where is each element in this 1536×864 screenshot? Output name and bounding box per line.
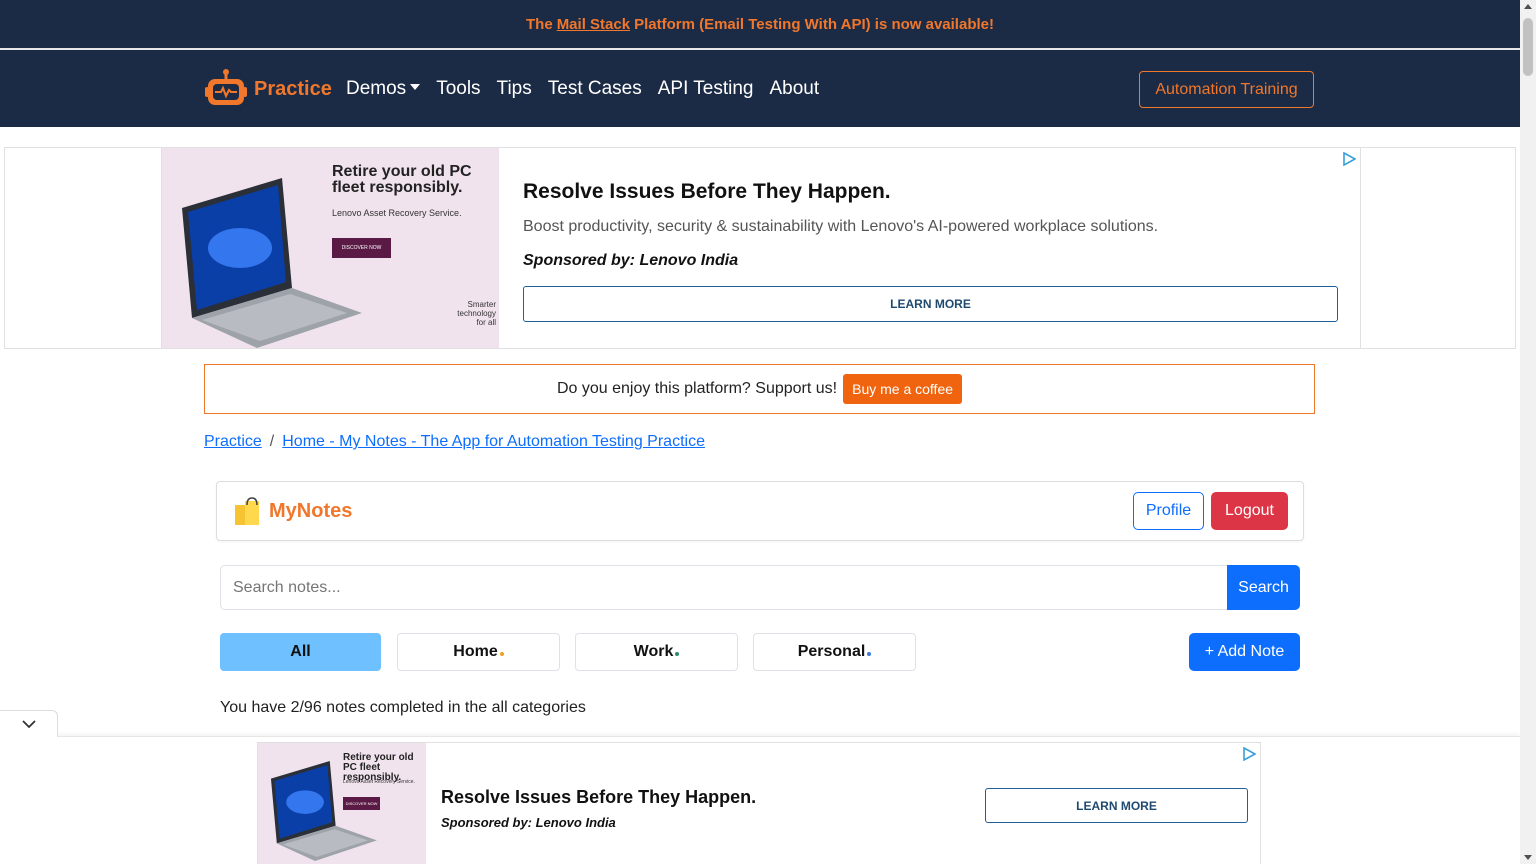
brand-link[interactable]: Practice [204,67,332,111]
announcement-link[interactable]: Mail Stack [557,16,630,33]
category-all-tab[interactable]: All [220,633,381,671]
breadcrumb: Practice / Home - My Notes - The App for… [204,433,705,451]
automation-training-button[interactable]: Automation Training [1139,71,1314,108]
nav-links: Demos Tools Tips Test Cases API Testing … [346,78,819,100]
ad-image-headline: Retire your old PC fleet responsibly. [332,163,472,196]
top-ad-content[interactable]: Retire your old PC fleet responsibly. Le… [161,148,1361,348]
announcement-prefix: The [526,15,553,33]
profile-button[interactable]: Profile [1133,492,1204,530]
robot-logo-icon [205,69,247,105]
breadcrumb-separator: / [269,433,275,450]
scroll-up-icon[interactable] [1524,4,1532,9]
notes-bag-icon [235,497,259,525]
bottom-ad-banner[interactable]: Retire your old PC fleet responsibly. Le… [257,742,1261,864]
nav-about[interactable]: About [770,78,820,100]
category-personal-tab[interactable]: Personal [753,633,916,671]
category-home-tab[interactable]: Home [397,633,560,671]
nav-api-testing[interactable]: API Testing [658,78,754,100]
support-text: Do you enjoy this platform? Support us! [556,380,838,397]
ad-description: Boost productivity, security & sustainab… [523,218,1159,235]
nav-tips[interactable]: Tips [497,78,532,100]
bottom-ad-image[interactable]: Retire your old PC fleet responsibly. Le… [258,743,426,864]
category-work-label: Work [633,643,674,660]
breadcrumb-root[interactable]: Practice [204,433,262,451]
notes-header: MyNotes Profile Logout [216,481,1304,541]
top-ad-banner: Retire your old PC fleet responsibly. Le… [4,147,1516,349]
ad-choices-icon[interactable] [1342,152,1356,166]
category-home-label: Home [453,643,498,660]
chevron-down-icon [21,720,36,729]
bottom-ad-image-sub: Lenovo Asset Recovery Service. [343,779,415,785]
search-button[interactable]: Search [1227,565,1300,610]
add-note-button[interactable]: + Add Note [1189,633,1300,671]
laptop-image-icon [182,178,362,348]
nav-test-cases[interactable]: Test Cases [548,78,642,100]
category-work-tab[interactable]: Work [575,633,738,671]
ad-discover-button[interactable]: DISCOVER NOW [332,238,391,258]
support-banner: Do you enjoy this platform? Support us! … [204,364,1315,414]
category-all-label: All [290,643,311,660]
mynotes-logo[interactable]: MyNotes [231,495,352,527]
search-notes-input[interactable] [220,565,1228,610]
nav-demos-label: Demos [346,78,407,99]
mynotes-title: MyNotes [269,499,353,522]
collapse-ad-tab[interactable] [0,710,58,737]
nav-tools[interactable]: Tools [436,78,480,100]
home-dot-icon [499,652,504,656]
logout-button[interactable]: Logout [1211,492,1288,530]
ad-image[interactable]: Retire your old PC fleet responsibly. Le… [162,148,499,348]
bottom-ad-strip: Retire your old PC fleet responsibly. Le… [0,736,1520,864]
ad-learn-more-button[interactable]: LEARN MORE [523,286,1338,322]
caret-down-icon [410,83,421,90]
bottom-ad-learn-more-button[interactable]: LEARN MORE [985,788,1248,823]
category-personal-label: Personal [797,643,866,660]
bottom-ad-title[interactable]: Resolve Issues Before They Happen. [441,787,756,808]
announcement-suffix: Platform (Email Testing With API) is now… [634,15,994,33]
bottom-ad-discover-button[interactable]: DISCOVER NOW [343,797,380,810]
page: The Mail Stack Platform (Email Testing W… [0,0,1536,864]
personal-dot-icon [867,652,872,656]
bottom-ad-sponsor: Sponsored by: Lenovo India [441,815,616,830]
notes-progress-text: You have 2/96 notes completed in the all… [220,699,586,716]
nav-demos[interactable]: Demos [346,78,421,100]
ad-sponsor: Sponsored by: Lenovo India [523,252,739,269]
announcement-bar: The Mail Stack Platform (Email Testing W… [0,0,1520,48]
navbar: Practice Demos Tools Tips Test Cases API… [0,50,1520,127]
scrollbar-thumb[interactable] [1523,18,1533,76]
brand-text: Practice [254,77,332,100]
bottom-ad-choices-icon[interactable] [1242,747,1256,761]
ad-image-sub: Lenovo Asset Recovery Service. [332,208,462,218]
ad-image-footer: Smarter technology for all [457,300,496,327]
work-dot-icon [675,652,680,656]
ad-title[interactable]: Resolve Issues Before They Happen. [523,180,891,204]
breadcrumb-current[interactable]: Home - My Notes - The App for Automation… [282,433,705,451]
vertical-scrollbar[interactable] [1520,0,1536,864]
scroll-down-icon[interactable] [1524,855,1532,860]
buy-coffee-button[interactable]: Buy me a coffee [843,374,963,404]
